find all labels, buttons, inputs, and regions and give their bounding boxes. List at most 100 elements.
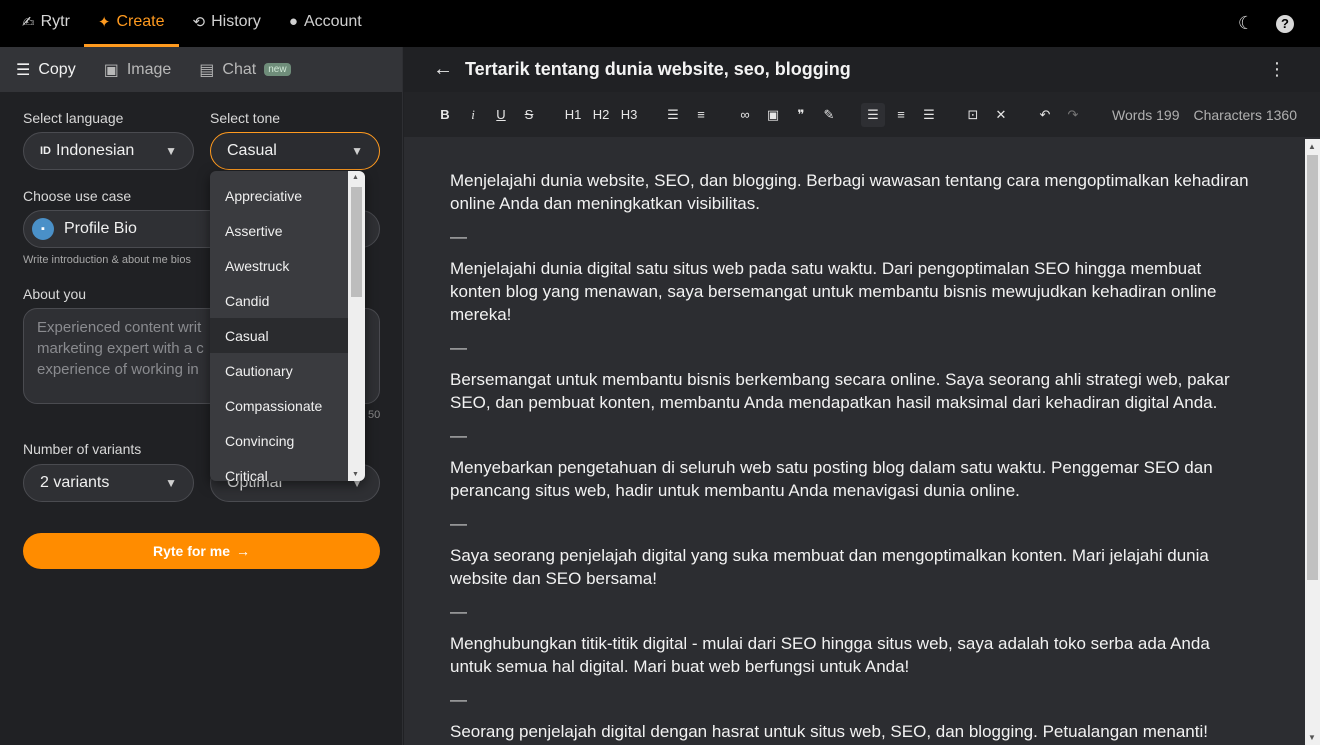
editor-scroll-thumb[interactable] xyxy=(1307,155,1318,580)
h2-button[interactable]: H2 xyxy=(589,103,613,127)
tone-option[interactable]: Assertive xyxy=(210,213,348,248)
more-vertical-icon[interactable]: ⋮ xyxy=(1268,59,1286,80)
variants-label: Number of variants xyxy=(23,441,142,457)
italic-button[interactable]: i xyxy=(461,103,485,127)
h1-button[interactable]: H1 xyxy=(561,103,585,127)
image-insert-icon[interactable]: ▣ xyxy=(761,103,785,127)
usecase-hint: Write introduction & about me bios xyxy=(23,254,191,266)
h3-button[interactable]: H3 xyxy=(617,103,641,127)
arrow-right-icon: → xyxy=(236,543,251,559)
separator: — xyxy=(450,513,467,533)
variants-select[interactable]: 2 variants ▼ xyxy=(23,464,194,502)
nav-create[interactable]: ✦ Create xyxy=(83,0,179,47)
link-icon[interactable]: ∞ xyxy=(733,103,757,127)
tone-option-selected[interactable]: Casual xyxy=(210,318,348,353)
usecase-label: Choose use case xyxy=(23,188,132,204)
separator: — xyxy=(450,689,467,709)
tab-copy[interactable]: ☰ Copy xyxy=(16,47,76,92)
tone-value: Casual xyxy=(227,142,277,159)
character-count: Characters 1360 xyxy=(1193,106,1297,123)
tone-option[interactable]: Awestruck xyxy=(210,248,348,283)
dropdown-scroll-thumb[interactable] xyxy=(351,187,362,297)
editor-content[interactable]: Menjelajahi dunia website, SEO, dan blog… xyxy=(450,169,1250,743)
quote-icon[interactable]: ❞ xyxy=(789,103,813,127)
top-bar: ✍ Rytr ✦ Create ⟲ History ● Account ☾ ? xyxy=(0,0,1320,47)
help-icon[interactable]: ? xyxy=(1276,14,1294,33)
scroll-down-icon[interactable]: ▼ xyxy=(352,471,359,478)
left-tabs: ☰ Copy ▣ Image ▤ Chat new xyxy=(0,47,402,92)
paragraph: Saya seorang penjelajah digital yang suk… xyxy=(450,546,1209,588)
tab-image[interactable]: ▣ Image xyxy=(104,47,172,92)
history-icon: ⟲ xyxy=(192,13,206,31)
document-title[interactable]: Tertarik tentang dunia website, seo, blo… xyxy=(465,59,851,80)
top-nav: ✍ Rytr ✦ Create ⟲ History ● Account xyxy=(0,0,376,47)
scroll-down-icon[interactable]: ▼ xyxy=(1308,733,1316,742)
tone-select[interactable]: Casual ▼ xyxy=(210,132,380,170)
highlight-icon[interactable]: ✎ xyxy=(817,103,841,127)
undo-icon[interactable]: ↶ xyxy=(1033,103,1057,127)
usecase-value: Profile Bio xyxy=(64,220,137,237)
language-label: Select language xyxy=(23,110,124,126)
align-right-icon[interactable]: ☰ xyxy=(917,103,941,127)
tone-option[interactable]: Compassionate xyxy=(210,388,348,423)
profile-bio-icon: ▪ xyxy=(32,218,54,240)
redo-icon[interactable]: ↷ xyxy=(1061,103,1085,127)
paragraph: Bersemangat untuk membantu bisnis berkem… xyxy=(450,370,1230,412)
tone-options: Appreciative Assertive Awestruck Candid … xyxy=(210,178,348,481)
tone-option[interactable]: Appreciative xyxy=(210,178,348,213)
moon-icon[interactable]: ☾ xyxy=(1236,13,1256,34)
word-count: Words 199 xyxy=(1112,106,1180,123)
editor-header: ← Tertarik tentang dunia website, seo, b… xyxy=(404,47,1320,92)
tone-option[interactable]: Critical xyxy=(210,458,348,482)
chevron-down-icon: ▼ xyxy=(351,144,363,158)
editor-scrollbar[interactable]: ▲ ▼ xyxy=(1305,139,1320,745)
separator: — xyxy=(450,337,467,357)
editor-panel: ← Tertarik tentang dunia website, seo, b… xyxy=(404,47,1320,745)
nav-account[interactable]: ● Account xyxy=(275,0,376,47)
language-name: Indonesian xyxy=(56,142,135,159)
align-center-icon[interactable]: ≡ xyxy=(889,103,913,127)
paragraph: Menghubungkan titik-titik digital - mula… xyxy=(450,634,1210,676)
tone-option[interactable]: Convincing xyxy=(210,423,348,458)
lines-icon: ☰ xyxy=(16,61,31,79)
rytr-logo[interactable]: ✍ Rytr xyxy=(22,0,84,47)
language-code: ID xyxy=(40,145,51,157)
chat-icon: ▤ xyxy=(199,61,215,79)
about-label: About you xyxy=(23,286,87,302)
ryte-button[interactable]: Ryte for me → xyxy=(23,533,380,569)
paragraph: Menjelajahi dunia digital satu situs web… xyxy=(450,259,1217,324)
dropdown-scrollbar[interactable]: ▲ ▼ xyxy=(348,171,365,481)
bullet-list-icon[interactable]: ☰ xyxy=(661,103,685,127)
sparkle-icon: ✦ xyxy=(97,13,111,31)
top-right-actions: ☾ ? xyxy=(1236,13,1320,34)
logo-hand-icon: ✍ xyxy=(22,13,35,31)
bold-button[interactable]: B xyxy=(433,103,457,127)
paragraph: Menyebarkan pengetahuan di seluruh web s… xyxy=(450,458,1213,500)
nav-history[interactable]: ⟲ History xyxy=(179,0,275,47)
scroll-up-icon[interactable]: ▲ xyxy=(352,174,359,181)
tone-label: Select tone xyxy=(210,110,281,126)
separator: — xyxy=(450,226,467,246)
user-icon: ● xyxy=(288,13,298,30)
paragraph: Seorang penjelajah digital dengan hasrat… xyxy=(450,722,1208,741)
tab-chat[interactable]: ▤ Chat new xyxy=(199,47,291,92)
editor-toolbar: B i U S H1 H2 H3 ☰ ≡ ∞ ▣ ❞ ✎ ☰ ≡ ☰ ⊡ ✕ ↶… xyxy=(404,92,1320,137)
separator: — xyxy=(450,425,467,445)
tone-option[interactable]: Candid xyxy=(210,283,348,318)
char-counter: 50 xyxy=(368,409,381,421)
align-left-icon[interactable]: ☰ xyxy=(861,102,885,127)
tone-option[interactable]: Cautionary xyxy=(210,353,348,388)
new-badge: new xyxy=(264,63,291,76)
chevron-down-icon: ▼ xyxy=(165,144,177,158)
language-select[interactable]: ID Indonesian ▼ xyxy=(23,132,194,170)
strikethrough-button[interactable]: S xyxy=(517,103,541,127)
chevron-down-icon: ▼ xyxy=(165,476,177,490)
numbered-list-icon[interactable]: ≡ xyxy=(689,103,713,127)
scroll-up-icon[interactable]: ▲ xyxy=(1308,142,1316,151)
underline-button[interactable]: U xyxy=(489,103,513,127)
select-all-icon[interactable]: ⊡ xyxy=(961,103,985,127)
clear-format-icon[interactable]: ✕ xyxy=(989,103,1013,127)
document-stats: Words 199 Characters 1360 xyxy=(1112,107,1297,123)
back-arrow-icon[interactable]: ← xyxy=(433,58,453,81)
separator: — xyxy=(450,601,467,621)
